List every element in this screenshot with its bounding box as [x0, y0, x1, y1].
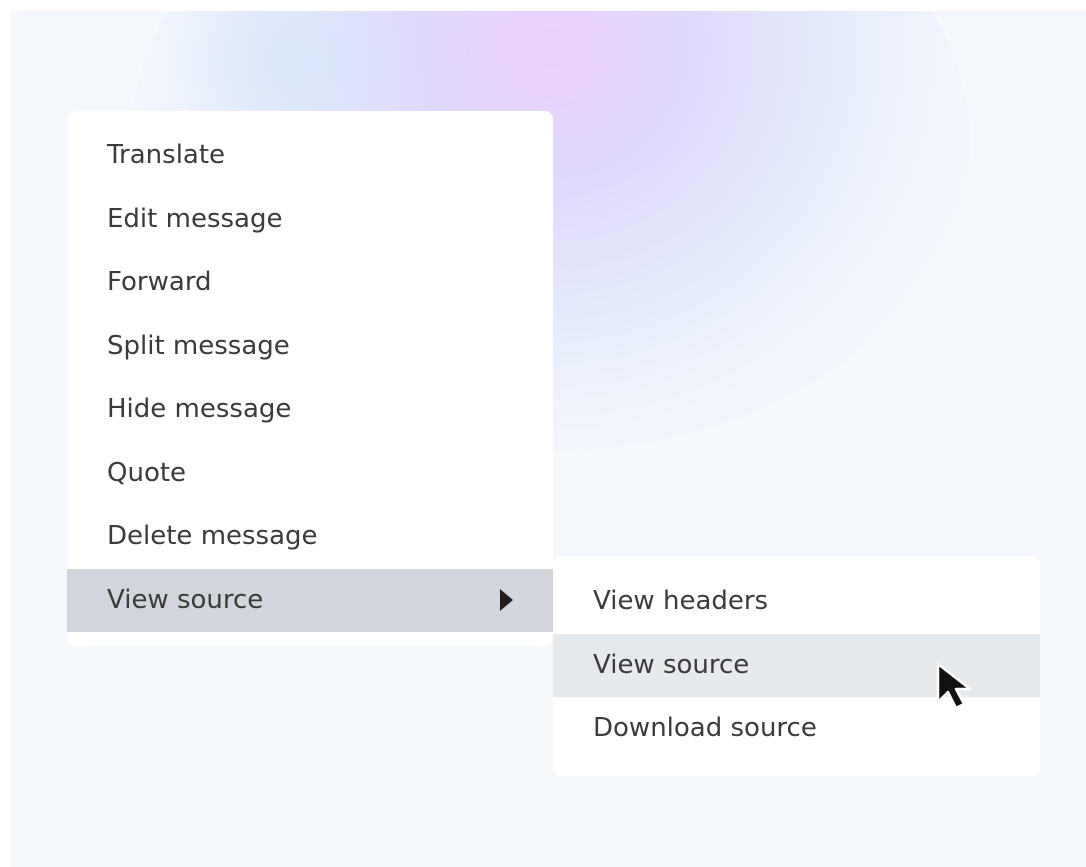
menu-item-split-message[interactable]: Split message [67, 315, 553, 379]
menu-item-hide-message[interactable]: Hide message [67, 378, 553, 442]
menu-item-quote[interactable]: Quote [67, 442, 553, 506]
menu-item-translate[interactable]: Translate [67, 124, 553, 188]
submenu-item-view-headers[interactable]: View headers [553, 570, 1040, 634]
menu-item-view-source[interactable]: View source [67, 568, 553, 632]
context-menu: Translate Edit message Forward Split mes… [67, 111, 553, 646]
menu-item-edit-message[interactable]: Edit message [67, 188, 553, 252]
menu-item-view-source-label: View source [107, 584, 264, 615]
menu-item-delete-message[interactable]: Delete message [67, 505, 553, 569]
menu-item-forward[interactable]: Forward [67, 251, 553, 315]
chevron-right-icon [500, 589, 513, 612]
mouse-pointer-icon [936, 662, 972, 710]
